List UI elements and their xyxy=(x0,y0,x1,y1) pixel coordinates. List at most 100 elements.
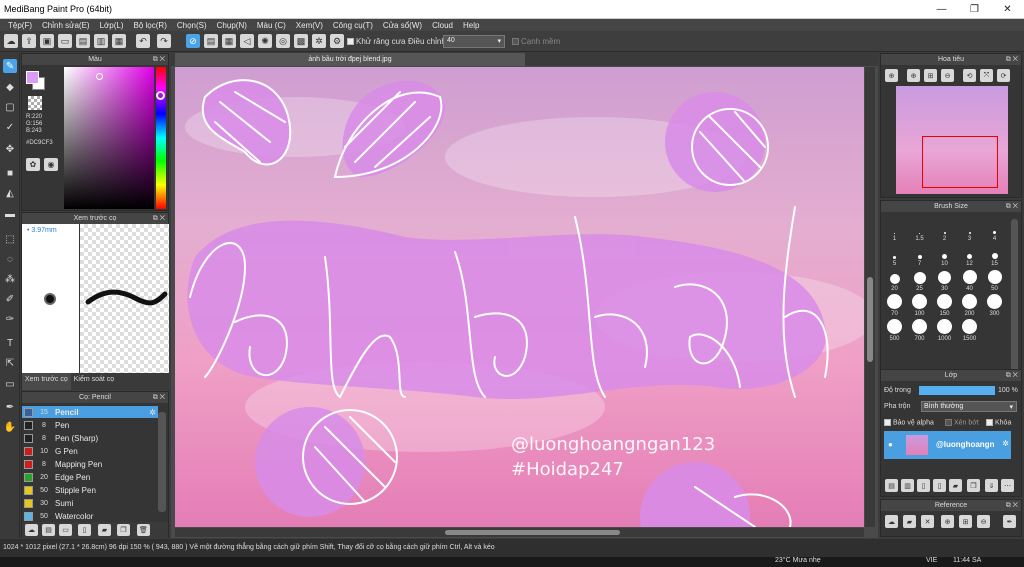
brush-item-mapping-pen[interactable]: 8 Mapping Pen xyxy=(22,458,158,470)
maximize-button[interactable]: ❐ xyxy=(958,0,991,19)
navigator-viewport[interactable] xyxy=(922,136,998,188)
curve-snap-icon[interactable]: ▩ xyxy=(294,34,308,48)
panel-close-icon[interactable]: ⧉ ✕ xyxy=(1006,500,1018,511)
soft-edge-checkbox[interactable]: Cạnh mềm xyxy=(512,37,560,46)
brush-size-option[interactable]: 50 xyxy=(982,267,1007,292)
grid-icon[interactable]: ▦ xyxy=(112,34,126,48)
brush-size-option[interactable]: 4 xyxy=(982,217,1007,242)
hue-slider[interactable] xyxy=(156,67,166,209)
close-button[interactable]: ✕ xyxy=(991,0,1024,19)
weather-text[interactable]: 23°C Mưa nhẹ xyxy=(775,557,821,564)
soft-edge-check-icon[interactable] xyxy=(512,38,519,46)
brush-item-watercolor[interactable]: 50 Watercolor xyxy=(22,510,158,522)
eraser-tool-icon[interactable]: ◆ xyxy=(3,80,17,94)
move-tool-icon[interactable]: ✥ xyxy=(3,142,17,156)
circle-snap-icon[interactable]: ◎ xyxy=(276,34,290,48)
zoom-out-reference-icon[interactable]: ⊖ xyxy=(977,515,990,528)
add-layer-icon[interactable]: ▤ xyxy=(885,479,898,492)
brush-tool-icon[interactable]: ✎ xyxy=(3,59,17,73)
new-brush-icon[interactable]: ▯ xyxy=(78,524,91,536)
fit-reference-icon[interactable]: ⊞ xyxy=(959,515,972,528)
brush-item-sumi[interactable]: 30 Sumi xyxy=(22,497,158,509)
menu-cloud[interactable]: Cloud xyxy=(427,21,458,30)
saturation-value-picker[interactable] xyxy=(64,67,154,209)
menu-file[interactable]: Tệp(F) xyxy=(3,21,37,30)
vertical-scroll-thumb[interactable] xyxy=(867,277,873,362)
correction-select[interactable]: 40 ▾ xyxy=(443,35,505,48)
menu-edit[interactable]: Chỉnh sửa(E) xyxy=(37,21,95,30)
brush-size-option[interactable]: 10 xyxy=(932,242,957,267)
zoom-in-alt-icon[interactable]: ⊕ xyxy=(907,69,920,82)
export-icon[interactable]: ▥ xyxy=(94,34,108,48)
gradient-tool-icon[interactable]: ▬ xyxy=(3,207,17,221)
minimize-button[interactable]: — xyxy=(925,0,958,19)
layer-item[interactable]: ● @luonghoangn ✲ xyxy=(884,431,1011,459)
add-brush-icon[interactable]: ▤ xyxy=(42,524,55,536)
panel-close-icon[interactable]: ⧉ ✕ xyxy=(153,392,165,403)
menu-tools[interactable]: Công cụ(T) xyxy=(328,21,378,30)
brush-size-option[interactable]: 1.5 xyxy=(907,217,932,242)
select-pen-icon[interactable]: ✐ xyxy=(3,292,17,306)
no-snap-icon[interactable]: ⊘ xyxy=(186,34,200,48)
menu-color[interactable]: Màu (C) xyxy=(252,21,291,30)
close-reference-icon[interactable]: ✕ xyxy=(921,515,934,528)
document-tab[interactable]: ảnh bầu trời đpej blend.jpg xyxy=(175,53,525,66)
color-settings-icon[interactable]: ◉ xyxy=(44,158,58,171)
zoom-in-reference-icon[interactable]: ⊕ xyxy=(941,515,954,528)
protect-alpha-check-icon[interactable] xyxy=(884,419,891,426)
clock[interactable]: 11:44 SA xyxy=(953,557,981,564)
magic-wand-icon[interactable]: ⁂ xyxy=(3,272,17,286)
horizontal-scroll-thumb[interactable] xyxy=(445,530,620,535)
radial-snap-icon[interactable]: ✺ xyxy=(258,34,272,48)
hue-cursor[interactable] xyxy=(156,91,165,100)
rotate-left-icon[interactable]: ⟲ xyxy=(963,69,976,82)
upload-icon[interactable]: ⇪ xyxy=(22,34,36,48)
navigator-thumbnail[interactable] xyxy=(896,86,1008,194)
panel-close-icon[interactable]: ⧉ ✕ xyxy=(1006,201,1018,212)
undo-icon[interactable]: ↶ xyxy=(136,34,150,48)
opacity-slider[interactable] xyxy=(919,386,995,395)
brush-size-option[interactable]: 300 xyxy=(982,292,1007,317)
brush-folder-icon[interactable]: ▭ xyxy=(59,524,72,536)
bucket-tool-icon[interactable]: ◭ xyxy=(3,186,17,200)
rotate-right-icon[interactable]: ⟳ xyxy=(997,69,1010,82)
add-8bit-layer-icon[interactable]: ▯ xyxy=(917,479,930,492)
brush-item-g-pen[interactable]: 10 G Pen xyxy=(22,445,158,457)
zoom-in-icon[interactable]: ⊕ xyxy=(885,69,898,82)
brush-size-option[interactable]: 200 xyxy=(957,292,982,317)
brush-size-option[interactable]: 150 xyxy=(932,292,957,317)
panel-close-icon[interactable]: ⧉ ✕ xyxy=(1006,54,1018,65)
antialias-checkbox[interactable]: Khử răng cưa xyxy=(347,37,405,46)
brush-size-option[interactable]: 40 xyxy=(957,267,982,292)
antialias-check-icon[interactable] xyxy=(347,38,354,46)
tab-brush-control[interactable]: Kiểm soát cọ xyxy=(71,373,117,390)
save-icon[interactable]: ▤ xyxy=(76,34,90,48)
layer-settings-icon[interactable]: ✲ xyxy=(1002,439,1009,448)
open-reference-icon[interactable]: ▰ xyxy=(903,515,916,528)
brush-size-option[interactable]: 2 xyxy=(932,217,957,242)
brush-size-option[interactable]: 700 xyxy=(907,317,932,342)
brush-item-pencil[interactable]: 15 Pencil ✲ xyxy=(22,406,158,418)
panel-close-icon[interactable]: ⧉ ✕ xyxy=(153,213,165,224)
cloud-reference-icon[interactable]: ☁ xyxy=(885,515,898,528)
eyedropper-reference-icon[interactable]: ✒ xyxy=(1003,515,1016,528)
parallel-snap-icon[interactable]: ▤ xyxy=(204,34,218,48)
eye-icon[interactable]: ● xyxy=(888,440,893,449)
cloud-brush-icon[interactable]: ☁ xyxy=(25,524,38,536)
protect-alpha-checkbox[interactable]: Bảo vệ alpha xyxy=(884,419,934,426)
lasso-tool-icon[interactable]: ◌ xyxy=(3,252,17,266)
menu-filter[interactable]: Bộ lọc(R) xyxy=(129,21,172,30)
brush-size-option[interactable]: 15 xyxy=(982,242,1007,267)
add-halftone-layer-icon[interactable]: ▥ xyxy=(901,479,914,492)
panel-close-icon[interactable]: ⧉ ✕ xyxy=(1006,370,1018,381)
hand-tool-icon[interactable]: ✋ xyxy=(3,420,17,434)
brush-settings-icon[interactable]: ✲ xyxy=(149,408,156,417)
brush-item-edge-pen[interactable]: 20 Edge Pen xyxy=(22,471,158,483)
menu-view[interactable]: Xem(V) xyxy=(291,21,328,30)
menu-capture[interactable]: Chụp(N) xyxy=(212,21,252,30)
brush-item-pen[interactable]: 8 Pen xyxy=(22,419,158,431)
cloud-icon[interactable]: ☁ xyxy=(4,34,18,48)
text-tool-icon[interactable]: T xyxy=(3,336,17,350)
dot-tool-icon[interactable]: ▢ xyxy=(3,100,17,114)
language-indicator[interactable]: VIE xyxy=(926,557,937,564)
